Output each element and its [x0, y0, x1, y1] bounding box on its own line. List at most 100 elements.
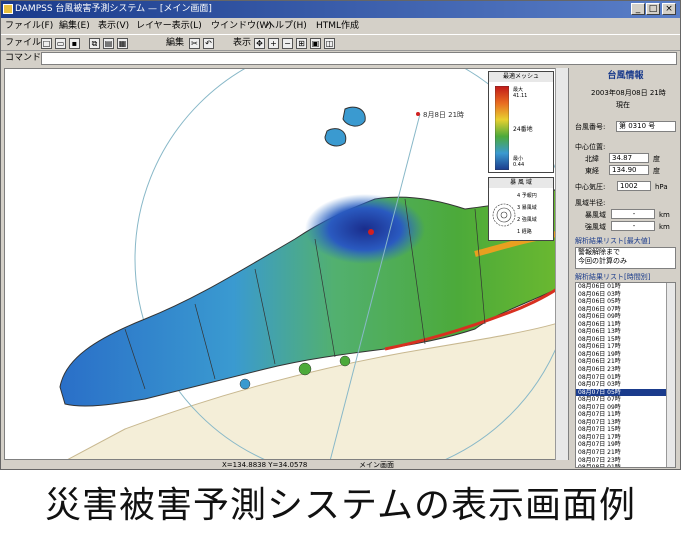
list-item[interactable]: 08月07日 15時 [576, 426, 675, 434]
mesh-legend: 最適メッシュ 最大 41.11 24番地 最小 0.44 [488, 71, 554, 173]
list-item[interactable]: 08月07日 03時 [576, 381, 675, 389]
panel-title: 台風情報 [607, 71, 644, 81]
new-file-icon[interactable]: □ [41, 38, 52, 49]
list-item[interactable]: 08月07日 23時 [576, 457, 675, 465]
list-item[interactable]: 08月06日 03時 [576, 291, 675, 299]
list-item[interactable]: 08月07日 21時 [576, 449, 675, 457]
menu-file[interactable]: ファイル(F) [5, 18, 53, 34]
range-circles-icon [492, 203, 516, 227]
status-bar: X=134.8838 Y=34.0578 メイン画面 [4, 460, 569, 469]
map-canvas: 8月8日 21時 [59, 69, 568, 459]
save-icon[interactable]: ▪ [69, 38, 80, 49]
minimize-button[interactable]: _ [631, 3, 645, 15]
list-item[interactable]: 08月07日 07時 [576, 396, 675, 404]
print-preview-icon[interactable]: ▤ [103, 38, 114, 49]
typhoon-center-marker [368, 229, 374, 235]
figure-caption: 災害被害予測システムの表示画面例 [45, 485, 636, 526]
menu-edit[interactable]: 編集(E) [59, 18, 90, 34]
toolbar: ファイル □ ▭ ▪ ⧉ ▤ ▦ 編集 ✂ ↶ 表示 ✥ + − ⊞ ▣ ◫ [1, 34, 680, 51]
list-item[interactable]: 08月06日 05時 [576, 298, 675, 306]
zoom-window-icon[interactable]: ⊞ [296, 38, 307, 49]
pan-icon[interactable]: ✥ [254, 38, 265, 49]
status-coordinates: X=134.8838 Y=34.0578 [222, 461, 308, 469]
menu-help[interactable]: ヘルプ(H) [266, 18, 307, 34]
menu-view[interactable]: 表示(V) [98, 18, 129, 34]
close-button[interactable]: × [662, 3, 676, 15]
copy-icon[interactable]: ⧉ [89, 38, 100, 49]
panel-datetime: 2003年08月08日 21時 [591, 89, 666, 97]
list-item[interactable]: 警報解除まで [576, 248, 675, 257]
toolbar-edit-label: 編集 [166, 38, 185, 48]
undo-icon[interactable]: ↶ [203, 38, 214, 49]
typhoon-position-marker [416, 112, 420, 116]
list-item[interactable]: 08月06日 01時 [576, 283, 675, 291]
pressure-field[interactable]: 1002 [617, 181, 651, 191]
list-item[interactable]: 08月06日 23時 [576, 366, 675, 374]
typhoon-number-label: 台風番号: [575, 123, 606, 131]
cut-icon[interactable]: ✂ [189, 38, 200, 49]
status-mode: メイン画面 [359, 461, 394, 469]
oki-island-west [324, 128, 347, 147]
legend-top-label: 最大 [513, 87, 524, 93]
full-extent-icon[interactable]: ▣ [310, 38, 321, 49]
title-bar: DAMPSS 台風被害予測システム — [メイン画面] _ □ × [1, 1, 680, 18]
list-item[interactable]: 08月06日 09時 [576, 313, 675, 321]
zoom-in-icon[interactable]: + [268, 38, 279, 49]
max-results-title: 解析結果リスト[最大値] [575, 237, 651, 245]
longitude-label: 東経 [585, 167, 599, 175]
pressure-label: 中心気圧: [575, 183, 606, 191]
refresh-icon[interactable]: ◫ [324, 38, 335, 49]
list-item[interactable]: 08月06日 21時 [576, 358, 675, 366]
wind-radius-title: 風域半径: [575, 199, 606, 207]
legend-bottom-label: 最小 [513, 156, 524, 162]
latitude-label: 北緯 [585, 155, 599, 163]
open-folder-icon[interactable]: ▭ [55, 38, 66, 49]
hourly-results-title: 解析結果リスト[時間別] [575, 273, 651, 281]
legend-colorbar [495, 86, 509, 170]
gale-radius-field[interactable]: - [611, 221, 655, 231]
zoom-out-icon[interactable]: − [282, 38, 293, 49]
typhoon-number-select[interactable]: 第 0310 号 [616, 121, 676, 132]
typhoon-position-label: 8月8日 21時 [423, 111, 464, 119]
command-label: コマンド [5, 53, 42, 63]
center-position-title: 中心位置: [575, 143, 606, 151]
max-results-list[interactable]: 警報解除まで 今回の計算のみ [575, 247, 676, 269]
app-icon [3, 4, 13, 14]
hourly-results-list[interactable]: 08月06日 01時 08月06日 03時 08月06日 05時 08月06日 07時… [575, 282, 676, 468]
storm-radius-field[interactable]: - [611, 209, 655, 219]
inland-sea-island [239, 378, 251, 390]
latitude-field[interactable]: 34.87 [609, 153, 649, 163]
range-item-track: 1 経路 [517, 229, 532, 235]
legend-mid-label: 24番地 [513, 126, 533, 133]
menu-layer[interactable]: レイヤー表示(L) [136, 18, 202, 34]
list-scrollbar[interactable] [666, 283, 675, 467]
range-item-storm: 3 暴風域 [517, 205, 537, 211]
gale-radius-label: 強風域 [585, 223, 606, 231]
longitude-field[interactable]: 134.90 [609, 165, 649, 175]
map-vertical-scrollbar[interactable] [555, 68, 568, 460]
toolbar-view-label: 表示 [233, 38, 252, 48]
list-item[interactable]: 08月06日 13時 [576, 328, 675, 336]
command-input[interactable] [41, 52, 677, 65]
legend-top-value: 41.11 [513, 93, 528, 99]
range-legend: 暴 風 域 4 予報円 3 暴風域 2 強風域 1 経路 [488, 177, 554, 241]
storm-radius-unit: km [659, 211, 670, 219]
toolbar-file-label: ファイル [5, 38, 42, 48]
list-item[interactable]: 08月07日 11時 [576, 411, 675, 419]
panel-status: 現在 [616, 101, 630, 109]
legend-title: 最適メッシュ [489, 72, 553, 82]
list-item[interactable]: 08月08日 01時 [576, 464, 675, 467]
latitude-unit: 度 [653, 155, 660, 163]
menu-window[interactable]: ウインドウ(W) [211, 18, 272, 34]
map-view[interactable]: 8月8日 21時 最適メッシュ 最大 41.11 24番地 最小 0.44 暴 … [4, 68, 569, 460]
print-icon[interactable]: ▦ [117, 38, 128, 49]
list-item[interactable]: 08月07日 19時 [576, 441, 675, 449]
list-item[interactable]: 08月07日 01時 [576, 374, 675, 382]
list-item[interactable]: 08月06日 17時 [576, 343, 675, 351]
range-item-gale: 2 強風域 [517, 217, 537, 223]
maximize-button[interactable]: □ [646, 3, 660, 15]
low-pressure-zone [305, 194, 425, 264]
menu-html[interactable]: HTML作成 [316, 18, 359, 34]
storm-radius-label: 暴風域 [585, 211, 606, 219]
list-item[interactable]: 今回の計算のみ [576, 257, 675, 266]
